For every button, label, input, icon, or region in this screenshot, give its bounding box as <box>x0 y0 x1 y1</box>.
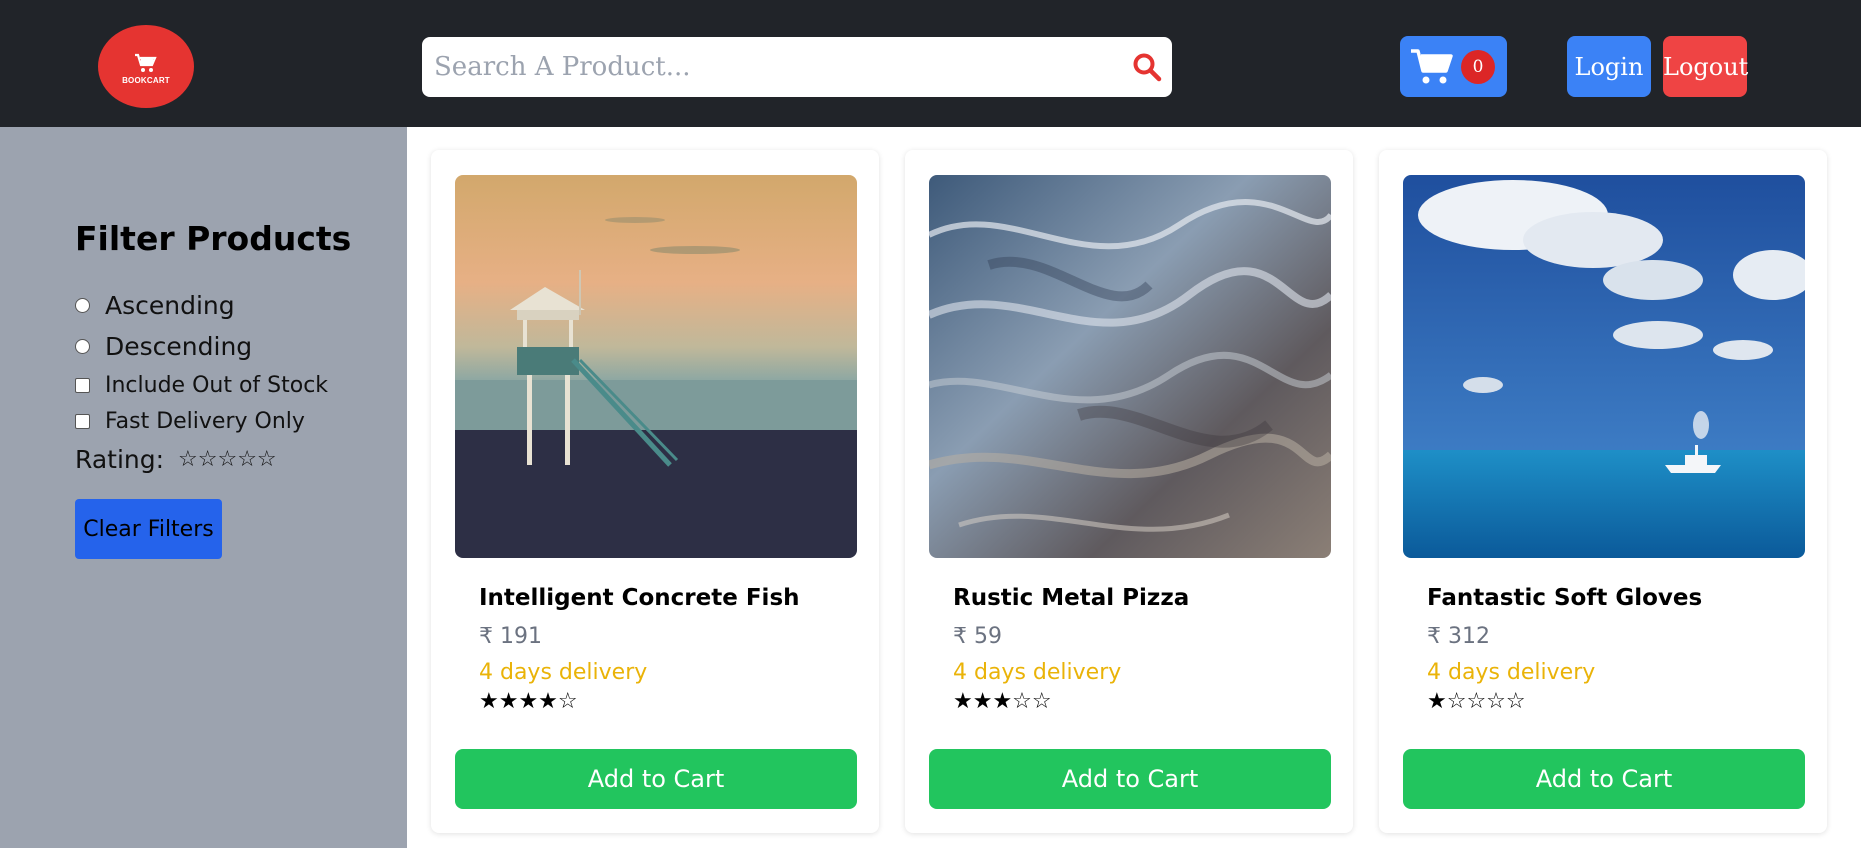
add-to-cart-button[interactable]: Add to Cart <box>455 749 857 809</box>
search-icon[interactable] <box>1132 52 1162 82</box>
descending-label: Descending <box>105 332 253 361</box>
search-bar <box>422 37 1172 97</box>
fast-delivery-option[interactable]: Fast Delivery Only <box>75 409 305 434</box>
product-image <box>1403 175 1805 558</box>
filter-sidebar: Filter Products Ascending Descending Inc… <box>0 127 407 848</box>
descending-radio[interactable] <box>75 339 90 354</box>
product-rating-stars: ★☆☆☆☆ <box>1427 689 1526 714</box>
lifeguard-tower-image <box>455 175 857 558</box>
abstract-water-image <box>929 175 1331 558</box>
product-price: ₹ 191 <box>479 624 542 649</box>
product-price: ₹ 59 <box>953 624 1002 649</box>
product-image <box>455 175 857 558</box>
product-name: Rustic Metal Pizza <box>953 585 1190 611</box>
clear-filters-button[interactable]: Clear Filters <box>75 499 222 559</box>
product-card: Fantastic Soft Gloves ₹ 312 4 days deliv… <box>1379 150 1827 833</box>
product-rating-stars: ★★★★☆ <box>479 689 578 714</box>
product-card: Intelligent Concrete Fish ₹ 191 4 days d… <box>431 150 879 833</box>
ascending-radio[interactable] <box>75 298 90 313</box>
product-name: Intelligent Concrete Fish <box>479 585 800 611</box>
product-delivery: 4 days delivery <box>479 660 648 685</box>
cart-count-badge: 0 <box>1461 50 1495 84</box>
sort-ascending-option[interactable]: Ascending <box>75 291 235 320</box>
logout-button[interactable]: Logout <box>1663 36 1748 97</box>
ascending-label: Ascending <box>105 291 235 320</box>
search-input[interactable] <box>422 37 1102 97</box>
include-out-of-stock-option[interactable]: Include Out of Stock <box>75 373 328 398</box>
product-rating-stars: ★★★☆☆ <box>953 689 1052 714</box>
rating-label: Rating: <box>75 445 165 474</box>
add-to-cart-button[interactable]: Add to Cart <box>929 749 1331 809</box>
rating-stars-input[interactable]: ☆☆☆☆☆ <box>178 447 277 472</box>
product-delivery: 4 days delivery <box>953 660 1122 685</box>
fast-delivery-label: Fast Delivery Only <box>105 409 305 434</box>
product-name: Fantastic Soft Gloves <box>1427 585 1703 611</box>
product-image <box>929 175 1331 558</box>
include-out-of-stock-label: Include Out of Stock <box>105 373 329 398</box>
logo-text: BOOKCART <box>122 76 170 85</box>
fast-delivery-checkbox[interactable] <box>75 414 90 429</box>
cart-logo-icon <box>135 53 157 72</box>
boat-on-sea-image <box>1403 175 1805 558</box>
include-out-of-stock-checkbox[interactable] <box>75 378 90 393</box>
product-card: Rustic Metal Pizza ₹ 59 4 days delivery … <box>905 150 1353 833</box>
cart-button[interactable]: 0 <box>1400 36 1507 97</box>
shopping-cart-icon <box>1411 49 1453 84</box>
top-navbar: BOOKCART 0 Login Logout <box>0 0 1861 127</box>
login-button[interactable]: Login <box>1567 36 1651 97</box>
sort-descending-option[interactable]: Descending <box>75 332 252 361</box>
add-to-cart-button[interactable]: Add to Cart <box>1403 749 1805 809</box>
product-price: ₹ 312 <box>1427 624 1490 649</box>
rating-filter: Rating: ☆☆☆☆☆ <box>75 445 277 474</box>
filter-title: Filter Products <box>75 219 352 258</box>
bookcart-logo[interactable]: BOOKCART <box>98 25 194 108</box>
product-delivery: 4 days delivery <box>1427 660 1596 685</box>
